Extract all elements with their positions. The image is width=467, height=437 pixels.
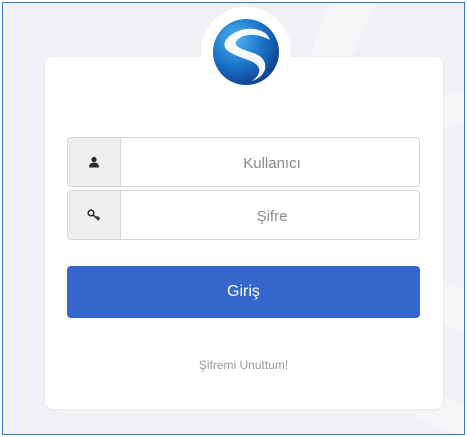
s-swoosh-logo-icon: [213, 19, 279, 85]
login-button[interactable]: Giriş: [67, 266, 420, 318]
username-input-group: [67, 137, 423, 188]
forgot-password-link[interactable]: Şifremi Unuttum!: [67, 358, 420, 372]
password-input[interactable]: [121, 191, 423, 241]
user-icon: [89, 156, 99, 168]
password-addon: [68, 191, 121, 239]
logo-badge: [201, 7, 291, 97]
password-input-group: [67, 190, 423, 241]
login-page: Giriş Şifremi Unuttum!: [2, 2, 465, 435]
key-icon: [87, 209, 101, 221]
username-addon: [68, 138, 121, 186]
username-input[interactable]: [121, 138, 423, 188]
